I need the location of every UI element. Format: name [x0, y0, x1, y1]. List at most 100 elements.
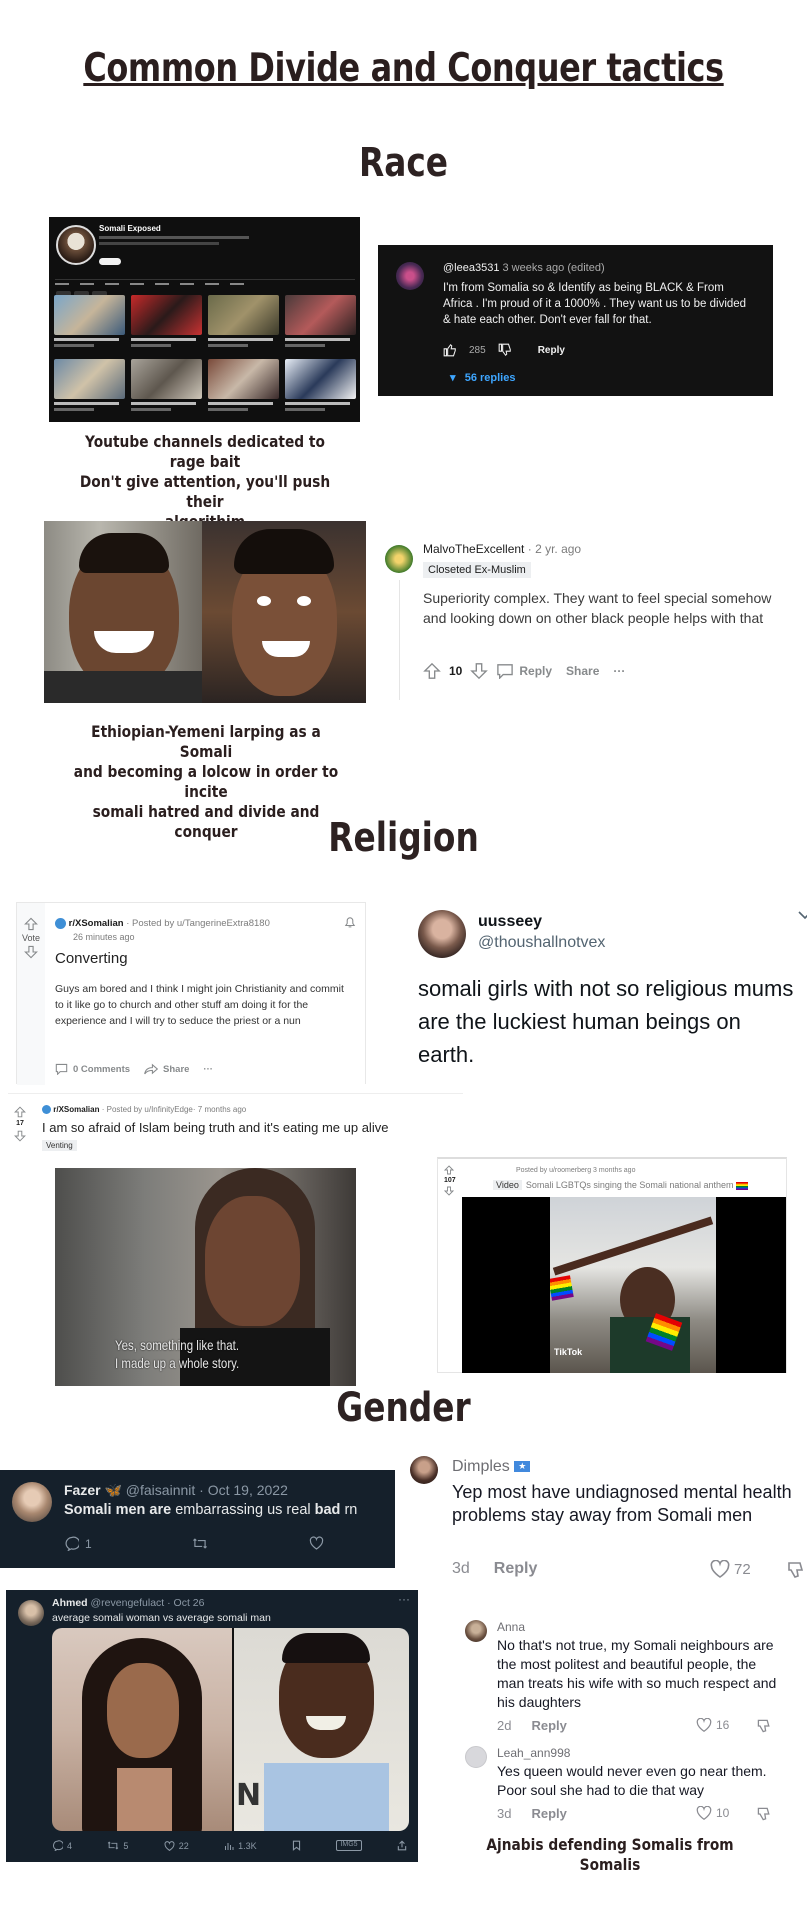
share-button[interactable]: Share: [144, 1063, 189, 1075]
more-options-button[interactable]: ···: [398, 1592, 410, 1606]
subreddit-link[interactable]: r/XSomalian: [53, 1105, 99, 1114]
like-button[interactable]: 72: [710, 1560, 751, 1578]
video-thumb[interactable]: [131, 295, 202, 347]
video-still: Yes, something like that. I made up a wh…: [55, 1168, 356, 1386]
avatar[interactable]: [465, 1746, 487, 1768]
comment-text: Yes queen would never even go near them.…: [497, 1763, 767, 1798]
upvote-icon[interactable]: [444, 1165, 456, 1175]
user-handle[interactable]: @thoushallnotvex: [478, 934, 605, 952]
avatar[interactable]: [418, 910, 466, 958]
tweet-image[interactable]: N: [52, 1628, 409, 1831]
more-options-button[interactable]: ···: [613, 664, 625, 678]
reply-button[interactable]: Reply: [531, 1806, 566, 1821]
video-thumb[interactable]: [54, 359, 125, 411]
post-header: r/XSomalian · Posted by u/InfinityEdge· …: [42, 1105, 246, 1115]
tiktok-comments: Dimples ★ Yep most have undiagnosed ment…: [410, 1456, 807, 1846]
downvote-icon[interactable]: [444, 1186, 456, 1196]
display-name[interactable]: uusseey: [478, 913, 542, 931]
share-button[interactable]: Share: [566, 664, 599, 678]
comment-text: I'm from Somalia so & Identify as being …: [443, 282, 747, 326]
section-heading-religion: Religion: [328, 815, 479, 861]
subscribe-button[interactable]: [99, 258, 121, 265]
bell-icon[interactable]: [343, 915, 357, 929]
views-button[interactable]: 1.3K: [224, 1840, 257, 1851]
comment-username[interactable]: Leah_ann998: [497, 1746, 570, 1760]
dislike-icon[interactable]: [756, 1718, 772, 1734]
tweet-text: somali girls with not so religious mums …: [418, 976, 794, 1067]
rainbow-flag-icon: [735, 1181, 748, 1190]
more-options-button[interactable]: ···: [203, 1064, 213, 1075]
reply-button[interactable]: Reply: [494, 1560, 538, 1578]
comment-username[interactable]: Anna: [497, 1620, 525, 1634]
comment-icon: [55, 1063, 68, 1075]
like-button[interactable]: 22: [164, 1840, 189, 1851]
youtube-channel-screenshot: Somali Exposed: [49, 217, 360, 422]
heart-icon: [710, 1560, 730, 1578]
upvote-icon[interactable]: [14, 1106, 26, 1118]
reply-button[interactable]: 4: [52, 1840, 72, 1851]
reply-button[interactable]: Reply: [496, 663, 552, 679]
comment-icon: [497, 664, 514, 679]
subreddit-link[interactable]: r/XSomalian: [69, 918, 124, 929]
video-thumb[interactable]: [285, 359, 356, 411]
thumbs-down-icon[interactable]: [498, 343, 512, 357]
view-replies-button[interactable]: ▾ 56 replies: [450, 371, 515, 384]
video-thumb[interactable]: [208, 295, 279, 347]
video-thumb[interactable]: [208, 359, 279, 411]
comment-meta: 2d Reply: [497, 1718, 567, 1733]
like-icon[interactable]: [309, 1536, 324, 1551]
avatar[interactable]: [18, 1600, 44, 1626]
reply-icon: [65, 1536, 79, 1551]
thread-line[interactable]: [399, 580, 400, 700]
section-heading-race: Race: [358, 140, 449, 186]
channel-avatar: [56, 225, 96, 265]
avatar[interactable]: [410, 1456, 438, 1484]
retweet-button[interactable]: 5: [107, 1840, 128, 1851]
avatar[interactable]: [12, 1482, 52, 1522]
avatar: [396, 262, 424, 290]
reply-icon: [53, 1840, 63, 1851]
upvote-icon[interactable]: [17, 917, 45, 931]
vote-column: Vote: [17, 903, 45, 1085]
video-subtitles: Yes, something like that. I made up a wh…: [115, 1337, 240, 1371]
caption-ajnabis: Ajnabis defending Somalis from Somalis: [486, 1835, 734, 1874]
channel-description: [99, 242, 219, 245]
dislike-icon[interactable]: [756, 1806, 772, 1822]
reply-button[interactable]: 1: [64, 1536, 92, 1551]
comment-actions: 285 Reply: [443, 343, 565, 357]
share-icon[interactable]: [397, 1840, 407, 1851]
like-count: 285: [469, 344, 486, 356]
img-badge: IMG5: [336, 1840, 362, 1851]
video-player[interactable]: TikTok: [462, 1197, 786, 1373]
like-button[interactable]: 16: [696, 1718, 729, 1732]
post-title[interactable]: Video Somali LGBTQs singing the Somali na…: [493, 1180, 748, 1190]
reply-button[interactable]: Reply: [531, 1718, 566, 1733]
share-icon: [144, 1063, 159, 1075]
tweet: uusseey @thoushallnotvex somali girls wi…: [418, 910, 807, 1070]
reply-button[interactable]: Reply: [538, 345, 565, 356]
post-title[interactable]: I am so afraid of Islam being truth and …: [42, 1120, 388, 1135]
bookmark-icon[interactable]: [292, 1840, 301, 1851]
subreddit-icon: [55, 918, 66, 929]
comment-meta: 3d Reply: [497, 1806, 567, 1821]
video-thumb[interactable]: [285, 295, 356, 347]
chevron-down-icon[interactable]: [798, 910, 807, 920]
video-tag: Video: [493, 1180, 522, 1190]
downvote-icon[interactable]: [17, 945, 45, 959]
downvote-icon[interactable]: [470, 662, 489, 680]
dislike-icon[interactable]: [786, 1560, 806, 1580]
comment-username[interactable]: Dimples ★: [452, 1458, 531, 1476]
reddit-post: Vote r/XSomalian · Posted by u/Tangerine…: [16, 902, 366, 1085]
tweet-header: Ahmed @revengefulact · Oct 26: [52, 1597, 205, 1609]
post-header: r/XSomalian · Posted by u/TangerineExtra…: [55, 918, 270, 929]
retweet-icon[interactable]: [192, 1536, 208, 1551]
upvote-icon[interactable]: [423, 662, 441, 680]
thumbs-up-icon[interactable]: [443, 343, 457, 357]
video-thumb[interactable]: [131, 359, 202, 411]
downvote-icon[interactable]: [14, 1130, 26, 1142]
post-title[interactable]: Converting: [55, 950, 128, 967]
video-thumb[interactable]: [54, 295, 125, 347]
like-button[interactable]: 10: [696, 1806, 729, 1820]
avatar[interactable]: [465, 1620, 487, 1642]
comments-button[interactable]: 0 Comments: [55, 1063, 130, 1075]
